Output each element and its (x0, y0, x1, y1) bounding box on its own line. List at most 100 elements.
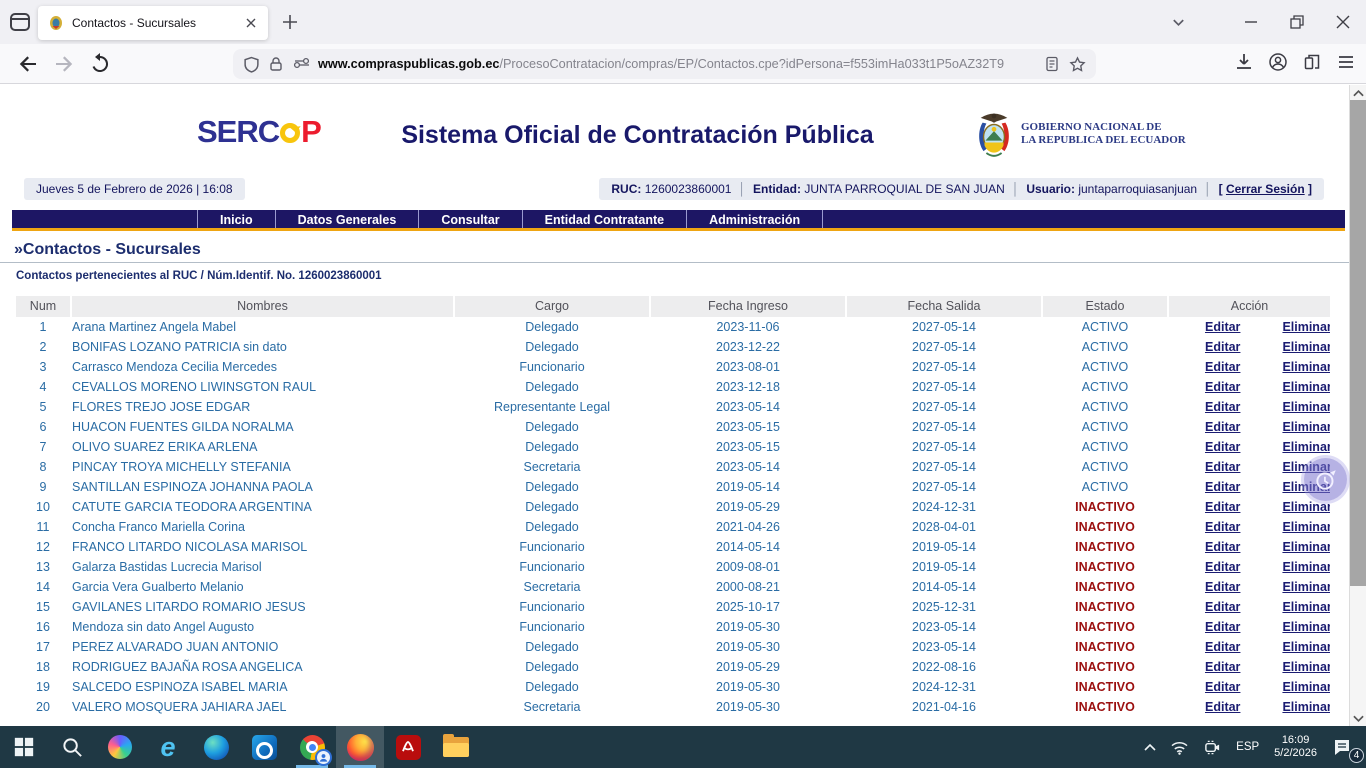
downloads-icon[interactable] (1234, 52, 1254, 72)
edge-icon[interactable] (192, 726, 240, 768)
language-indicator[interactable]: ESP (1229, 726, 1266, 768)
cell-fecha-ingreso: 2014-05-14 (651, 537, 845, 557)
editar-link[interactable]: Editar (1205, 477, 1240, 497)
editar-link[interactable]: Editar (1205, 697, 1240, 717)
eliminar-link[interactable]: Eliminar (1282, 677, 1330, 697)
logout-link[interactable]: Cerrar Sesión (1226, 182, 1305, 196)
start-button-icon[interactable] (0, 726, 48, 768)
browser-tab[interactable]: Contactos - Sucursales (38, 6, 268, 40)
copilot-icon[interactable] (96, 726, 144, 768)
editar-link[interactable]: Editar (1205, 577, 1240, 597)
tray-time: 16:09 (1274, 734, 1317, 747)
close-button[interactable] (1320, 0, 1366, 44)
reader-mode-icon[interactable] (1044, 56, 1061, 73)
editar-link[interactable]: Editar (1205, 517, 1240, 537)
editar-link[interactable]: Editar (1205, 497, 1240, 517)
cell-num: 6 (16, 417, 70, 437)
nav-item[interactable]: Datos Generales (276, 210, 420, 228)
editar-link[interactable]: Editar (1205, 437, 1240, 457)
cell-cargo: Secretaria (455, 457, 649, 477)
eliminar-link[interactable]: Eliminar (1282, 537, 1330, 557)
cell-accion: Editar Eliminar (1169, 377, 1330, 397)
account-icon[interactable] (1268, 52, 1288, 72)
notifications-icon[interactable]: 4 (1325, 726, 1366, 768)
acrobat-icon[interactable] (384, 726, 432, 768)
url-text[interactable]: www.compraspublicas.gob.ec/ProcesoContra… (318, 57, 1036, 71)
editar-link[interactable]: Editar (1205, 657, 1240, 677)
eliminar-link[interactable]: Eliminar (1282, 357, 1330, 377)
floating-clock-widget[interactable] (1304, 458, 1347, 501)
scrollbar-thumb[interactable] (1350, 100, 1366, 586)
menu-hamburger-icon[interactable] (1336, 52, 1356, 72)
eliminar-link[interactable]: Eliminar (1282, 597, 1330, 617)
eliminar-link[interactable]: Eliminar (1282, 697, 1330, 717)
editar-link[interactable]: Editar (1205, 417, 1240, 437)
tab-close-icon[interactable] (244, 16, 258, 30)
cell-estado: ACTIVO (1043, 357, 1167, 377)
cell-fecha-ingreso: 2019-05-29 (651, 657, 845, 677)
editar-link[interactable]: Editar (1205, 357, 1240, 377)
editar-link[interactable]: Editar (1205, 597, 1240, 617)
forward-icon[interactable] (52, 52, 76, 76)
editar-link[interactable]: Editar (1205, 397, 1240, 417)
eliminar-link[interactable]: Eliminar (1282, 317, 1330, 337)
shield-icon[interactable] (243, 56, 260, 73)
clock-icon (1313, 467, 1339, 493)
eliminar-link[interactable]: Eliminar (1282, 617, 1330, 637)
bookmark-star-icon[interactable] (1069, 56, 1086, 73)
editar-link[interactable]: Editar (1205, 537, 1240, 557)
cell-fecha-ingreso: 2000-08-21 (651, 577, 845, 597)
nav-item[interactable]: Inicio (197, 210, 276, 228)
editar-link[interactable]: Editar (1205, 457, 1240, 477)
editar-link[interactable]: Editar (1205, 677, 1240, 697)
scroll-down-icon[interactable] (1350, 711, 1366, 726)
cell-accion: Editar Eliminar (1169, 677, 1330, 697)
tray-clock[interactable]: 16:095/2/2026 (1266, 726, 1325, 768)
meet-now-icon[interactable] (1196, 726, 1229, 768)
cell-estado: ACTIVO (1043, 317, 1167, 337)
eliminar-link[interactable]: Eliminar (1282, 377, 1330, 397)
nav-item[interactable]: Entidad Contratante (523, 210, 687, 228)
back-icon[interactable] (16, 52, 40, 76)
search-icon[interactable] (48, 726, 96, 768)
column-header: Estado (1043, 296, 1167, 317)
eliminar-link[interactable]: Eliminar (1282, 437, 1330, 457)
cell-num: 13 (16, 557, 70, 577)
scroll-up-icon[interactable] (1350, 85, 1366, 100)
new-tab-button[interactable] (281, 13, 299, 31)
cell-cargo: Funcionario (455, 357, 649, 377)
firefox-view-icon[interactable] (9, 11, 31, 33)
panel-toggle-icon[interactable] (1302, 52, 1322, 72)
minimize-button[interactable] (1228, 0, 1274, 44)
outlook-icon[interactable] (240, 726, 288, 768)
nav-item[interactable]: Administración (687, 210, 823, 228)
editar-link[interactable]: Editar (1205, 557, 1240, 577)
cell-estado: INACTIVO (1043, 497, 1167, 517)
editar-link[interactable]: Editar (1205, 377, 1240, 397)
url-bar[interactable]: www.compraspublicas.gob.ec/ProcesoContra… (233, 49, 1096, 79)
editar-link[interactable]: Editar (1205, 337, 1240, 357)
list-tabs-chevron-icon[interactable] (1158, 0, 1198, 44)
eliminar-link[interactable]: Eliminar (1282, 517, 1330, 537)
editar-link[interactable]: Editar (1205, 317, 1240, 337)
internet-explorer-icon[interactable]: e (144, 726, 192, 768)
tray-expand-icon[interactable] (1137, 726, 1163, 768)
editar-link[interactable]: Editar (1205, 637, 1240, 657)
reload-icon[interactable] (88, 52, 112, 76)
file-explorer-icon[interactable] (432, 726, 480, 768)
nav-item[interactable]: Consultar (419, 210, 522, 228)
editar-link[interactable]: Editar (1205, 617, 1240, 637)
lock-icon[interactable] (268, 56, 285, 73)
permissions-icon[interactable] (293, 56, 310, 73)
eliminar-link[interactable]: Eliminar (1282, 657, 1330, 677)
firefox-icon[interactable] (336, 726, 384, 768)
eliminar-link[interactable]: Eliminar (1282, 337, 1330, 357)
wifi-icon[interactable] (1163, 726, 1196, 768)
eliminar-link[interactable]: Eliminar (1282, 577, 1330, 597)
eliminar-link[interactable]: Eliminar (1282, 557, 1330, 577)
chrome-icon[interactable] (288, 726, 336, 768)
eliminar-link[interactable]: Eliminar (1282, 417, 1330, 437)
restore-button[interactable] (1274, 0, 1320, 44)
eliminar-link[interactable]: Eliminar (1282, 637, 1330, 657)
eliminar-link[interactable]: Eliminar (1282, 397, 1330, 417)
